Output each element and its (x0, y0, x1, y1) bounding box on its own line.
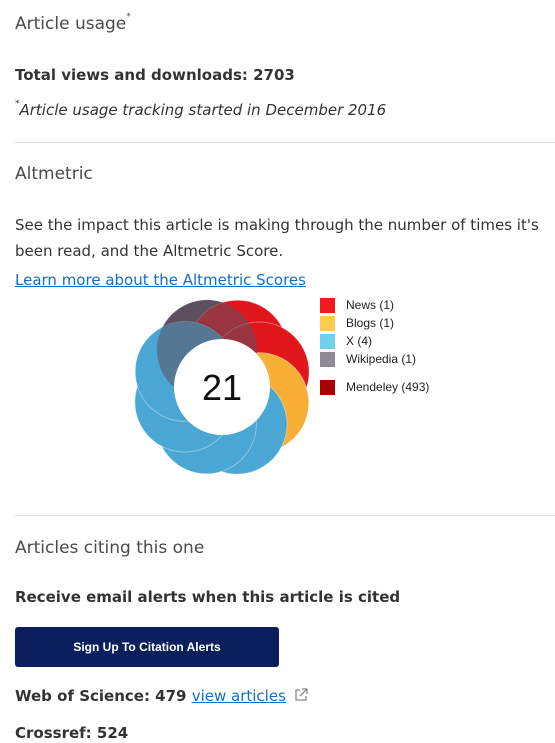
citing-heading: Articles citing this one (15, 538, 205, 558)
article-usage-heading-marker: * (126, 12, 131, 22)
legend-item-mendeley: Mendeley (493) (320, 378, 429, 396)
legend-item-wikipedia: Wikipedia (1) (320, 350, 429, 368)
legend-label-mendeley: Mendeley (493) (346, 380, 430, 394)
mendeley-swatch (320, 379, 335, 395)
usage-note-marker: * (15, 99, 20, 109)
legend-label-blogs: Blogs (1) (346, 316, 395, 330)
legend-label-wikipedia: Wikipedia (1) (346, 352, 417, 366)
legend-item-blogs: Blogs (1) (320, 314, 429, 332)
legend-item-news: News (1) (320, 296, 429, 314)
article-usage-section: Article usage* (15, 12, 555, 34)
news-swatch (320, 297, 335, 313)
view-articles-link[interactable]: view articles (192, 687, 286, 705)
usage-note-text: Article usage tracking started in Decemb… (19, 101, 387, 119)
wikipedia-swatch (320, 351, 335, 367)
sign-up-citation-alerts-button[interactable]: Sign Up To Citation Alerts (15, 627, 279, 667)
altmetric-donut[interactable]: 21 (127, 292, 317, 482)
altmetric-description: See the impact this article is making th… (15, 216, 539, 260)
learn-more-altmetric-link[interactable]: Learn more about the Altmetric Scores (15, 271, 306, 289)
legend-label-x: X (4) (346, 334, 373, 348)
altmetric-legend: News (1) Blogs (1) X (4) Wikipedia (1) M… (320, 296, 429, 396)
legend-item-x: X (4) (320, 332, 429, 350)
web-of-science-line: Web of Science: 479 view articles (15, 687, 555, 705)
article-usage-heading: Article usage* (15, 12, 555, 34)
section-divider (15, 142, 555, 143)
altmetric-heading: Altmetric (15, 164, 93, 184)
crossref-count: Crossref: 524 (15, 724, 129, 742)
citation-alert-text: Receive email alerts when this article i… (15, 588, 401, 606)
external-link-icon[interactable] (293, 687, 309, 703)
usage-tracking-note: *Article usage tracking started in Decem… (15, 99, 555, 119)
altmetric-score: 21 (202, 367, 242, 408)
legend-label-news: News (1) (346, 298, 395, 312)
total-views-downloads: Total views and downloads: 2703 (15, 66, 295, 84)
web-of-science-count: Web of Science: 479 (15, 687, 187, 705)
article-usage-heading-text: Article usage (15, 14, 127, 34)
section-divider (15, 515, 555, 516)
blogs-swatch (320, 315, 335, 331)
x-swatch (320, 333, 335, 349)
